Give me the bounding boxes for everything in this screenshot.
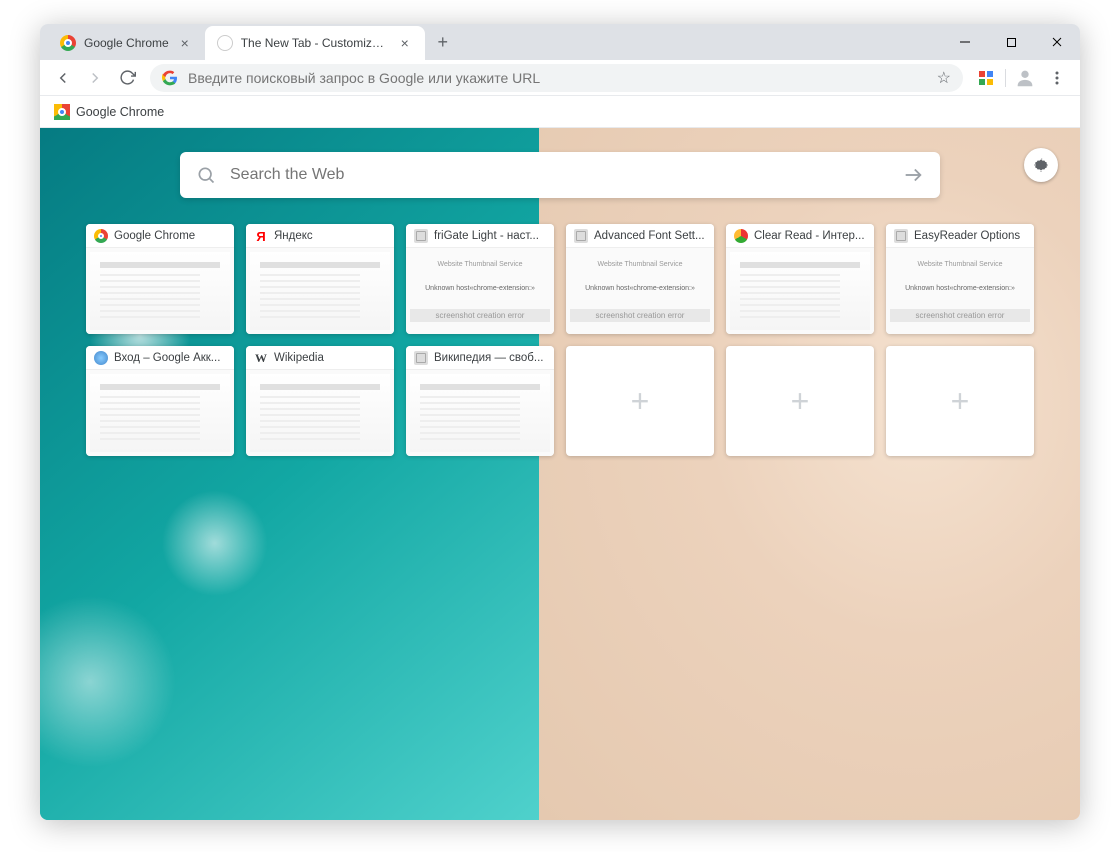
thumb-text: Website Thumbnail Service: [918, 261, 1003, 268]
thumb-text: screenshot creation error: [570, 309, 710, 322]
tile-clear-read[interactable]: Clear Read - Интер...: [726, 224, 874, 334]
address-bar[interactable]: ☆: [150, 64, 963, 92]
tile-title: Advanced Font Sett...: [594, 230, 705, 242]
tile-wikipedia-en[interactable]: W Wikipedia: [246, 346, 394, 456]
thumb-text: Website Thumbnail Service: [598, 261, 683, 268]
back-button[interactable]: [48, 63, 78, 93]
tile-title: Google Chrome: [114, 230, 195, 242]
clear-read-icon: [734, 229, 748, 243]
tile-title: Википедия — своб...: [434, 352, 543, 364]
page-icon: [414, 229, 428, 243]
tab-strip: Google Chrome × The New Tab - Customize …: [40, 24, 1080, 60]
tile-easyreader[interactable]: EasyReader Options Website Thumbnail Ser…: [886, 224, 1034, 334]
page-content: Google Chrome Я Яндекс friGate Light - на…: [40, 128, 1080, 820]
wikipedia-icon: W: [254, 351, 268, 365]
chrome-icon: [94, 229, 108, 243]
settings-button[interactable]: [1024, 148, 1058, 182]
close-icon[interactable]: ×: [177, 35, 193, 51]
search-icon: [196, 165, 216, 185]
tile-empty[interactable]: +: [886, 346, 1034, 456]
tile-empty[interactable]: +: [566, 346, 714, 456]
plus-icon: +: [631, 383, 650, 420]
tile-frigate[interactable]: friGate Light - наст... Website Thumbnai…: [406, 224, 554, 334]
bookmarks-bar: Google Chrome: [40, 96, 1080, 128]
browser-window: Google Chrome × The New Tab - Customize …: [40, 24, 1080, 820]
separator: [1005, 69, 1006, 87]
tile-empty[interactable]: +: [726, 346, 874, 456]
tile-title: Вход – Google Акк...: [114, 352, 220, 364]
tile-yandex[interactable]: Я Яндекс: [246, 224, 394, 334]
thumb-text: screenshot creation error: [410, 309, 550, 322]
page-icon: [894, 229, 908, 243]
tab-title: Google Chrome: [84, 36, 169, 50]
new-tab-button[interactable]: +: [429, 28, 457, 56]
tile-title: Яндекс: [274, 230, 313, 242]
tile-title: Wikipedia: [274, 352, 324, 364]
profile-button[interactable]: [1010, 63, 1040, 93]
minimize-button[interactable]: [942, 24, 988, 60]
page-icon: [574, 229, 588, 243]
google-icon: [162, 70, 178, 86]
maximize-button[interactable]: [988, 24, 1034, 60]
tile-google-chrome[interactable]: Google Chrome: [86, 224, 234, 334]
omnibox-input[interactable]: [188, 70, 927, 86]
menu-button[interactable]: [1042, 63, 1072, 93]
thumb-text: Unknown host«chrome-extension:»: [905, 285, 1015, 292]
forward-button[interactable]: [80, 63, 110, 93]
toolbar: ☆: [40, 60, 1080, 96]
yandex-icon: Я: [254, 229, 268, 243]
close-window-button[interactable]: [1034, 24, 1080, 60]
search-input[interactable]: [230, 166, 888, 184]
reload-button[interactable]: [112, 63, 142, 93]
plus-icon: +: [951, 383, 970, 420]
star-icon[interactable]: ☆: [937, 68, 951, 88]
tile-google-login[interactable]: Вход – Google Акк...: [86, 346, 234, 456]
thumb-text: screenshot creation error: [890, 309, 1030, 322]
window-controls: [942, 24, 1080, 60]
page-icon: [414, 351, 428, 365]
search-box[interactable]: [180, 152, 940, 198]
globe-icon: [94, 351, 108, 365]
arrow-right-icon[interactable]: [902, 164, 924, 186]
chrome-icon: [54, 104, 70, 120]
tab-active[interactable]: The New Tab - Customize Your Start P ×: [205, 26, 425, 60]
thumb-text: Unknown host«chrome-extension:»: [425, 285, 535, 292]
bookmark-item[interactable]: Google Chrome: [48, 100, 170, 124]
chrome-icon: [60, 35, 76, 51]
tab-inactive[interactable]: Google Chrome ×: [48, 26, 205, 60]
close-icon[interactable]: ×: [397, 35, 413, 51]
thumb-text: Unknown host«chrome-extension:»: [585, 285, 695, 292]
tile-title: EasyReader Options: [914, 230, 1020, 242]
tile-wikipedia-ru[interactable]: Википедия — своб...: [406, 346, 554, 456]
tile-title: Clear Read - Интер...: [754, 230, 865, 242]
tile-title: friGate Light - наст...: [434, 230, 539, 242]
tab-title: The New Tab - Customize Your Start P: [241, 36, 389, 50]
thumb-text: Website Thumbnail Service: [438, 261, 523, 268]
plus-icon: +: [791, 383, 810, 420]
bookmark-label: Google Chrome: [76, 105, 164, 119]
extension-button[interactable]: [971, 63, 1001, 93]
speed-dial-grid: Google Chrome Я Яндекс friGate Light - на…: [86, 224, 1034, 456]
tile-advanced-font[interactable]: Advanced Font Sett... Website Thumbnail …: [566, 224, 714, 334]
page-icon: [217, 35, 233, 51]
